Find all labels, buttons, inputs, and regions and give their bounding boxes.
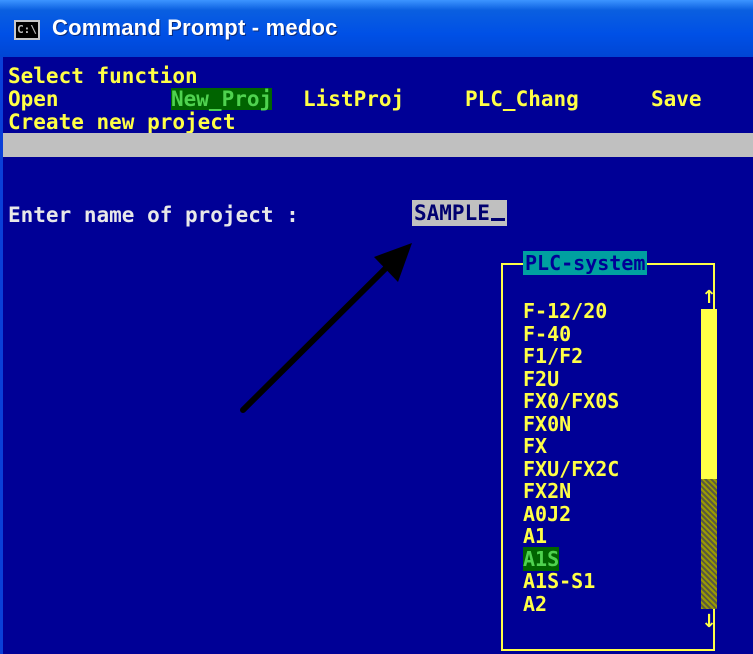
command-prompt-window: C:\ Command Prompt - medoc Select functi… — [0, 0, 753, 654]
annotation-arrow-icon — [240, 243, 412, 413]
